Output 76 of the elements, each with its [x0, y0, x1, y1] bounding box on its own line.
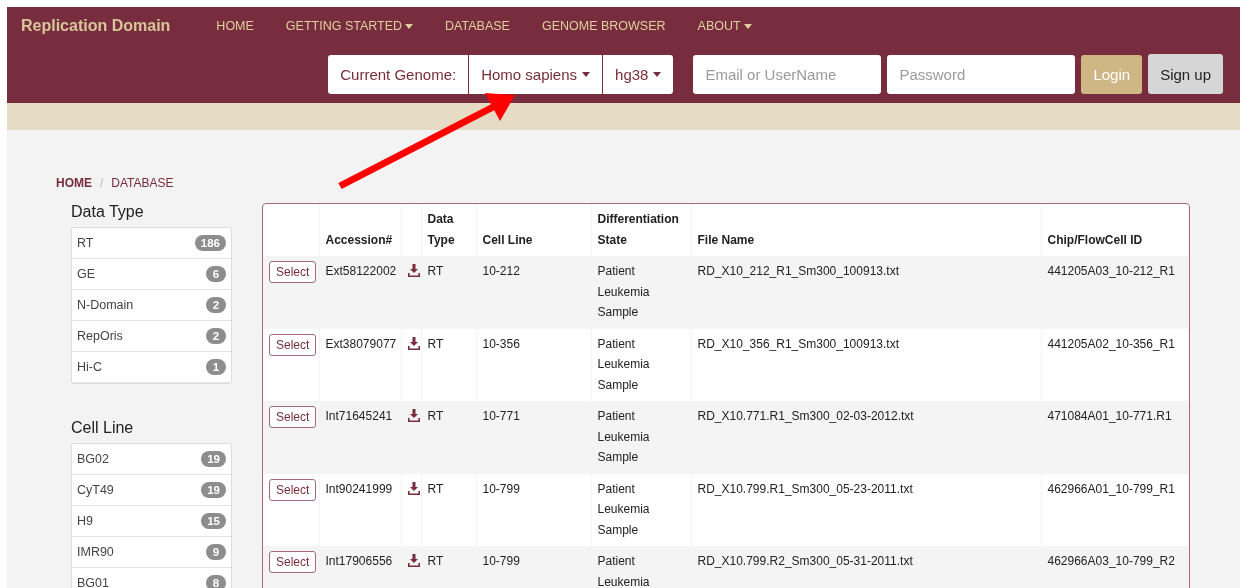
breadcrumb-link[interactable]: HOME	[56, 176, 92, 190]
table-cell: 10-799	[476, 546, 591, 588]
table-cell: 10-771	[476, 401, 591, 474]
nav-link[interactable]: HOME	[200, 19, 270, 33]
signup-button[interactable]: Sign up	[1148, 54, 1223, 94]
count-badge: 2	[206, 328, 226, 344]
table-cell: Patient Leukemia	[591, 546, 691, 588]
count-badge: 6	[206, 266, 226, 282]
count-badge: 15	[201, 513, 226, 529]
facet-title: Cell Line	[71, 419, 135, 437]
download-icon[interactable]	[407, 409, 420, 422]
facet-title: Data Type	[71, 203, 145, 221]
table-cell: RD_X10_212_R1_Sm300_100913.txt	[691, 256, 1041, 329]
facet-label: BG01	[77, 576, 109, 588]
breadcrumb-separator: /	[100, 176, 104, 190]
caret-icon	[582, 71, 591, 77]
count-badge: 9	[206, 544, 226, 560]
facet-label: IMR90	[77, 545, 114, 559]
caret-icon	[653, 71, 662, 77]
facet-item[interactable]: Hi-C 1	[72, 352, 231, 383]
table-cell: RD_X10.799.R2_Sm300_05-31-2011.txt	[691, 546, 1041, 588]
facet-item[interactable]: BG01 8	[72, 568, 231, 588]
count-badge: 19	[201, 451, 226, 467]
facet-item[interactable]: N-Domain 2	[72, 290, 231, 321]
table-cell: 441205A03_10-212_R1	[1041, 256, 1188, 329]
count-badge: 186	[194, 235, 226, 251]
table-cell: 462966A03_10-799_R2	[1041, 546, 1188, 588]
nav-link[interactable]: GETTING STARTED	[269, 19, 430, 33]
table-cell: RT	[421, 401, 476, 474]
download-icon[interactable]	[407, 264, 420, 277]
assembly-dropdown[interactable]: hg38	[603, 54, 674, 94]
facet-label: CyT49	[77, 483, 114, 497]
count-badge: 1	[206, 359, 226, 375]
facet-item[interactable]: CyT49 19	[72, 475, 231, 506]
facet-item[interactable]: RT 186	[72, 228, 231, 259]
facet-label: H9	[77, 514, 93, 528]
facet-item[interactable]: IMR90 9	[72, 537, 231, 568]
facet-label: N-Domain	[77, 298, 134, 312]
table-cell: Int71645241	[319, 401, 401, 474]
table-cell: 471084A01_10-771.R1	[1041, 401, 1188, 474]
facet-label: RepOris	[77, 329, 123, 343]
count-badge: 19	[201, 482, 226, 498]
table-cell: Ext58122002	[319, 256, 401, 329]
select-button[interactable]: Select	[269, 261, 317, 283]
download-icon[interactable]	[407, 554, 420, 567]
nav-link[interactable]: GENOME BROWSER	[525, 19, 682, 33]
table-cell: RD_X10.771.R1_Sm300_02-03-2012.txt	[691, 401, 1041, 474]
download-icon[interactable]	[407, 481, 420, 495]
facet-item[interactable]: BG02 19	[72, 444, 231, 475]
table-cell: RT	[421, 546, 476, 588]
facet-item[interactable]: H9 15	[72, 506, 231, 537]
download-icon[interactable]	[407, 336, 420, 350]
table-cell: 10-212	[476, 256, 591, 329]
select-button[interactable]: Select	[269, 333, 317, 356]
select-button[interactable]: Select	[269, 551, 317, 573]
count-badge: 8	[206, 575, 226, 588]
facet-label: BG02	[77, 452, 109, 466]
select-button[interactable]: Select	[269, 406, 317, 428]
table-cell: RT	[421, 256, 476, 329]
facet-label: RT	[77, 236, 94, 250]
facet-label: GE	[77, 267, 96, 281]
username-field[interactable]: Email or UserName	[693, 54, 882, 94]
facet-label: Hi-C	[77, 360, 102, 374]
table-cell: Patient Leukemia Sample	[591, 401, 691, 474]
table-cell: Patient Leukemia Sample	[591, 256, 691, 329]
count-badge: 2	[206, 297, 226, 313]
table-cell: Int17906556	[319, 546, 401, 588]
select-button[interactable]: Select	[269, 478, 317, 501]
genome-label: Current Genome:	[328, 54, 470, 94]
password-field[interactable]: Password	[887, 54, 1076, 94]
facet-item[interactable]: RepOris 2	[72, 321, 231, 352]
breadcrumb-link[interactable]: DATABASE	[111, 176, 174, 190]
nav-link[interactable]: ABOUT	[681, 19, 768, 33]
nav-link[interactable]: DATABASE	[429, 19, 526, 33]
brand-title[interactable]: Replication Domain	[21, 17, 171, 35]
facet-item[interactable]: GE 6	[72, 259, 231, 290]
